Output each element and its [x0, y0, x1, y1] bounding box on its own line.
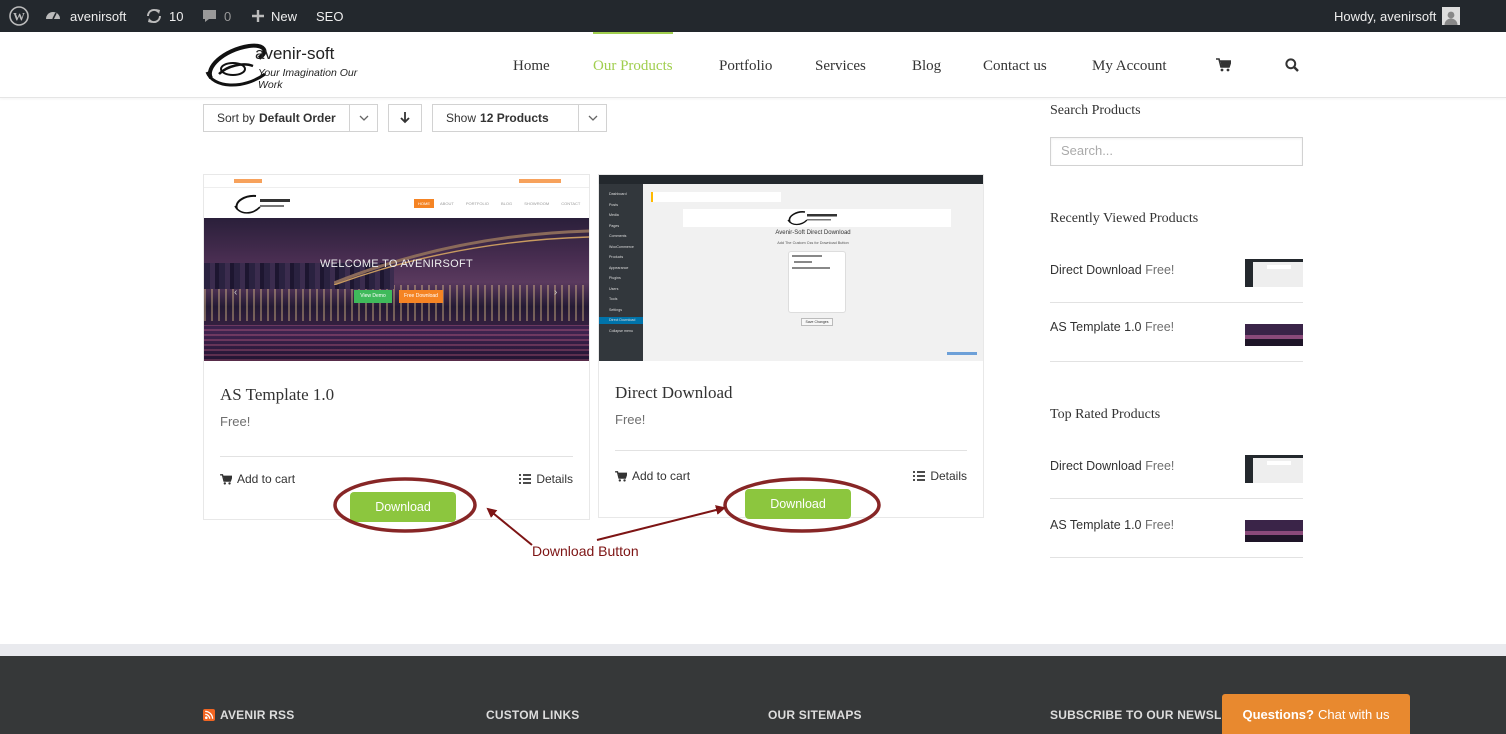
rss-icon — [203, 709, 215, 721]
product-name: Direct Download — [1050, 459, 1142, 473]
footer-heading-rss: AVENIR RSS — [203, 708, 294, 722]
annotation-label: Download Button — [532, 543, 639, 559]
top-rated-heading: Top Rated Products — [1050, 407, 1161, 422]
chat-widget-button[interactable]: Questions? Chat with us — [1222, 694, 1410, 734]
search-input[interactable]: Search... — [1050, 137, 1303, 166]
list-item[interactable]: Direct Download Free! — [1050, 244, 1303, 303]
product-price: Free! — [1144, 518, 1175, 532]
product-thumbnail — [1245, 259, 1303, 287]
list-item[interactable]: Direct Download Free! — [1050, 440, 1303, 499]
product-thumbnail — [1245, 318, 1303, 346]
footer-heading-custom-links: CUSTOM LINKS — [486, 708, 580, 722]
footer-heading-sitemaps: OUR SITEMAPS — [768, 708, 862, 722]
recently-viewed-heading: Recently Viewed Products — [1050, 211, 1199, 226]
chat-bold-label: Questions? — [1242, 706, 1314, 722]
product-price: Free! — [1144, 320, 1175, 334]
annotation-arrow — [486, 507, 533, 546]
chat-label: Chat with us — [1317, 706, 1390, 722]
product-thumbnail — [1245, 455, 1303, 483]
annotation-ellipse — [723, 477, 881, 533]
annotation-ellipse — [333, 477, 477, 533]
product-name: AS Template 1.0 — [1050, 518, 1142, 532]
list-item[interactable]: AS Template 1.0 Free! — [1050, 499, 1303, 558]
list-item[interactable]: AS Template 1.0 Free! — [1050, 303, 1303, 362]
annotation-arrow — [596, 505, 726, 541]
product-price: Free! — [1145, 263, 1175, 277]
product-name: AS Template 1.0 — [1050, 320, 1142, 334]
product-thumbnail — [1245, 514, 1303, 542]
search-products-heading: Search Products — [1050, 103, 1141, 118]
product-price: Free! — [1145, 459, 1175, 473]
annotation-overlay — [333, 477, 881, 546]
product-name: Direct Download — [1050, 263, 1142, 277]
